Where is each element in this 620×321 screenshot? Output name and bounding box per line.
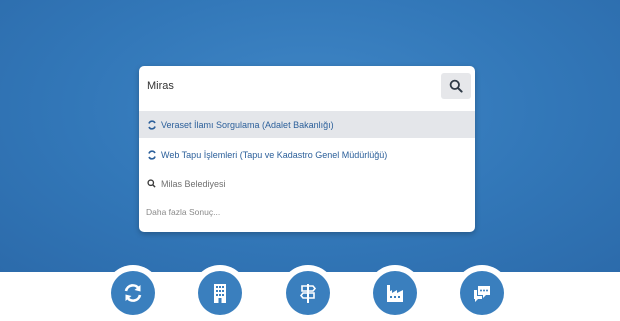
more-results-link[interactable]: Daha fazla Sonuç... (146, 207, 220, 217)
suggestion-item[interactable]: Veraset İlamı Sorgulama (Adalet Bakanlığ… (139, 111, 475, 138)
signpost-icon (299, 284, 317, 303)
building-icon (214, 284, 226, 303)
search-bar (139, 66, 475, 106)
search-input[interactable] (147, 76, 427, 96)
chat-icon (474, 286, 490, 302)
refresh-icon (124, 284, 142, 302)
suggestion-label: Milas Belediyesi (161, 178, 226, 189)
search-panel: Veraset İlamı Sorgulama (Adalet Bakanlığ… (139, 66, 475, 232)
service-button[interactable] (454, 265, 510, 321)
factory-icon (387, 285, 403, 302)
service-button[interactable] (280, 265, 336, 321)
edevlet-icon (146, 119, 157, 130)
suggestion-label: Veraset İlamı Sorgulama (Adalet Bakanlığ… (161, 119, 334, 130)
suggestion-item[interactable]: Milas Belediyesi (139, 170, 475, 197)
suggestion-label: Web Tapu İşlemleri (Tapu ve Kadastro Gen… (161, 149, 388, 160)
service-button[interactable] (192, 265, 248, 321)
edevlet-icon (146, 149, 157, 160)
search-icon (146, 178, 157, 189)
search-button[interactable] (441, 73, 471, 99)
suggestion-item[interactable]: Web Tapu İşlemleri (Tapu ve Kadastro Gen… (139, 141, 475, 168)
service-button[interactable] (105, 265, 161, 321)
search-icon (449, 79, 463, 93)
service-button[interactable] (367, 265, 423, 321)
